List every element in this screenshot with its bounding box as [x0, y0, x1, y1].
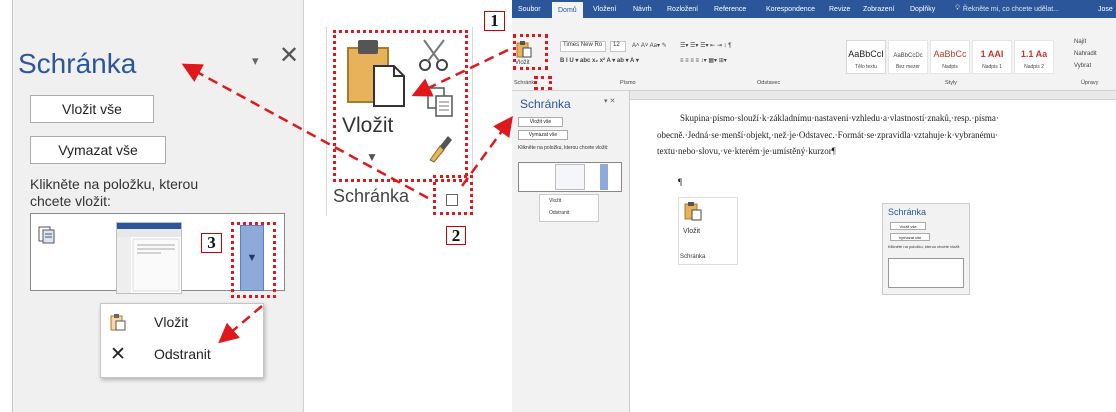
arrow-3-to-menu: [218, 305, 263, 344]
arrow-2-to-word-pane: [460, 115, 513, 187]
arrow-2-to-pane: [181, 63, 429, 200]
callout-arrows: [181, 48, 513, 344]
arrow-1-to-paste: [411, 48, 509, 97]
